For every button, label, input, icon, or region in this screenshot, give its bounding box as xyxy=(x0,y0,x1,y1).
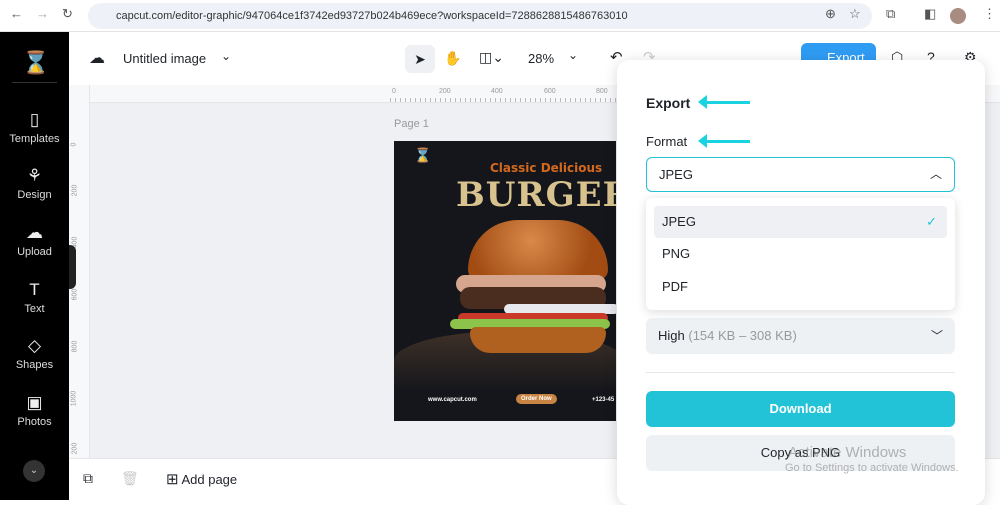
design-page[interactable]: ⌛ Classic Delicious BURGER www.capcut.co… xyxy=(394,141,616,421)
format-select[interactable]: JPEG ︿ xyxy=(646,157,955,192)
back-icon[interactable]: ← xyxy=(10,6,23,21)
download-button[interactable]: Download xyxy=(646,391,955,427)
sidebar-item-shapes[interactable]: ◇ Shapes xyxy=(0,336,69,371)
duplicate-page-icon[interactable]: ⧉ xyxy=(83,470,93,487)
zoom-chevron-icon[interactable]: ⌄ xyxy=(568,48,578,62)
format-option-png[interactable]: PNG xyxy=(654,238,947,270)
format-option-jpeg[interactable]: JPEG ✓ xyxy=(654,206,947,238)
divider xyxy=(646,372,955,373)
title-chevron-icon[interactable]: ⌄ xyxy=(221,49,231,63)
text-icon: T xyxy=(29,280,40,299)
sidebar-item-text[interactable]: T Text xyxy=(0,280,69,315)
capcut-logo[interactable]: ⌛ xyxy=(22,50,49,76)
reload-icon[interactable]: ↻ xyxy=(62,6,73,22)
zoom-level[interactable]: 28% xyxy=(528,51,554,66)
extensions-icon[interactable]: ⧉ xyxy=(886,6,895,22)
design-icon: ⚘ xyxy=(26,166,43,185)
add-page-button[interactable]: ⊞ Add page xyxy=(166,470,237,488)
sidebar: ⌛ ▯ Templates ⚘ Design ☁ Upload T Text ◇ Shap… xyxy=(0,32,69,500)
bookmark-star-icon[interactable]: ☆ xyxy=(849,6,861,22)
sidebar-item-templates[interactable]: ▯ Templates xyxy=(0,110,69,145)
chevron-down-icon: ﹀ xyxy=(930,329,943,343)
chevron-up-icon: ︿ xyxy=(929,167,942,181)
document-title[interactable]: Untitled image xyxy=(123,51,206,66)
format-option-pdf[interactable]: PDF xyxy=(654,271,947,303)
add-page-icon: ⊞ xyxy=(166,471,179,488)
export-title: Export xyxy=(646,95,691,111)
photos-icon: ▣ xyxy=(26,393,43,412)
layout-icon[interactable]: ◫⌄ xyxy=(479,49,504,66)
more-chevron-icon[interactable]: ⌄ xyxy=(23,460,45,482)
profile-avatar[interactable] xyxy=(950,8,966,24)
select-tool-icon[interactable]: ➤ xyxy=(405,45,435,73)
sidepanel-icon[interactable]: ◧ xyxy=(924,6,936,22)
shapes-icon: ◇ xyxy=(27,336,42,355)
annotation-arrow-icon xyxy=(698,95,750,109)
cloud-icon: ☁ xyxy=(89,50,105,67)
hand-tool-icon[interactable]: ✋ xyxy=(444,50,461,67)
address-bar[interactable]: capcut.com/editor-graphic/947064ce1f3742… xyxy=(88,3,872,29)
sidebar-item-design[interactable]: ⚘ Design xyxy=(0,166,69,201)
sidebar-item-upload[interactable]: ☁ Upload xyxy=(0,223,69,258)
format-dropdown: JPEG ✓ PNG PDF xyxy=(646,198,955,310)
forward-icon[interactable]: → xyxy=(36,6,49,21)
windows-watermark: Activate Windows Go to Settings to activ… xyxy=(785,444,959,474)
format-label: Format xyxy=(646,134,688,149)
check-icon: ✓ xyxy=(926,214,937,229)
delete-page-icon[interactable]: 🗑 xyxy=(121,470,139,487)
export-panel: Export Format JPEG ︿ JPEG ✓ PNG PDF High … xyxy=(617,60,985,505)
annotation-arrow-icon xyxy=(698,134,750,148)
logo-mark-icon: ⌛ xyxy=(414,147,432,163)
menu-icon[interactable]: ⋮ xyxy=(983,6,996,22)
browser-toolbar: ← → ↻ capcut.com/editor-graphic/947064ce… xyxy=(0,0,1000,32)
quality-select[interactable]: High (154 KB – 308 KB) ﹀ xyxy=(646,318,955,354)
templates-icon: ▯ xyxy=(29,110,40,129)
zoom-icon[interactable]: ⊕ xyxy=(825,6,836,22)
sidebar-item-photos[interactable]: ▣ Photos xyxy=(0,393,69,428)
sidebar-collapse-handle[interactable] xyxy=(69,245,76,289)
upload-icon: ☁ xyxy=(26,223,43,242)
page-label: Page 1 xyxy=(394,118,429,130)
